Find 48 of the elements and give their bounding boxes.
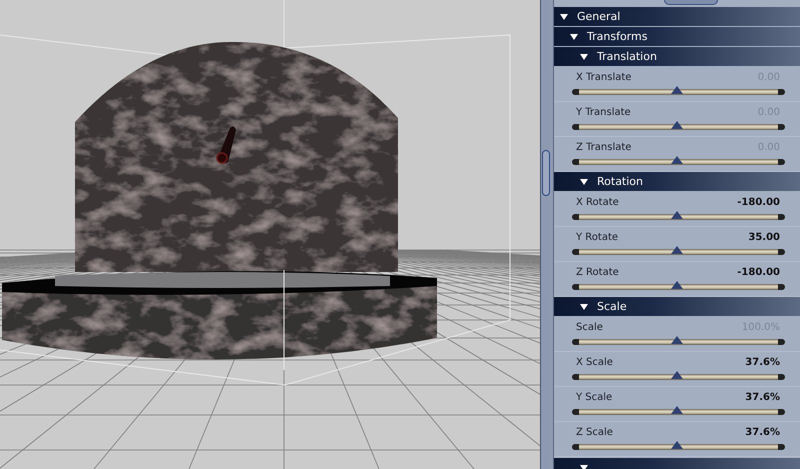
section-header[interactable]: General [554, 7, 800, 27]
parameter-label: X Translate [576, 72, 632, 83]
slider-track[interactable] [572, 249, 785, 255]
slider-thumb[interactable] [670, 406, 682, 414]
slider-track[interactable] [572, 89, 785, 95]
parameter-label: Z Rotate [576, 267, 619, 278]
section-header[interactable]: Rotation [554, 172, 800, 192]
slider-track[interactable] [572, 409, 785, 415]
section-title: Transforms [587, 30, 648, 43]
slider-thumb[interactable] [670, 336, 682, 344]
parameter-value[interactable]: 37.6% [745, 392, 786, 403]
parameter-label: Y Translate [576, 107, 631, 118]
parameter-label: X Rotate [576, 197, 619, 208]
parameter-value[interactable]: 35.00 [748, 232, 786, 243]
parameter-value[interactable]: 37.6% [745, 357, 786, 368]
slider-thumb[interactable] [670, 441, 682, 449]
section-title: Translation [597, 50, 657, 63]
section-title: Rotation [597, 175, 644, 188]
parameter-value[interactable]: -180.00 [737, 267, 786, 278]
section-header[interactable]: Translation [554, 47, 800, 67]
parameter-label: Y Scale [576, 392, 612, 403]
slider-thumb[interactable] [670, 86, 682, 94]
slider-track[interactable] [572, 124, 785, 130]
slider-thumb[interactable] [670, 281, 682, 289]
parameter-label: X Scale [576, 357, 613, 368]
slider-thumb[interactable] [670, 211, 682, 219]
slider-track[interactable] [572, 214, 785, 220]
parameter-value[interactable]: -180.00 [737, 197, 786, 208]
parameter-value[interactable]: 37.6% [745, 427, 786, 438]
parameter-label: Scale [576, 322, 603, 333]
slider-track[interactable] [572, 444, 785, 450]
section-title: Scale [597, 300, 627, 313]
parameter-label: Y Rotate [576, 232, 618, 243]
parameter-label: Z Scale [576, 427, 613, 438]
splitter-handle[interactable] [542, 150, 550, 196]
parameter-label: Z Translate [576, 142, 632, 153]
slider-track[interactable] [572, 374, 785, 380]
slider-track[interactable] [572, 284, 785, 290]
section-header[interactable]: Transforms [554, 27, 800, 47]
slider-track[interactable] [572, 159, 785, 165]
slider-thumb[interactable] [670, 121, 682, 129]
panel-tab[interactable] [664, 0, 718, 5]
slider-thumb[interactable] [670, 246, 682, 254]
slider-thumb[interactable] [670, 371, 682, 379]
section-title: General [577, 10, 620, 23]
section-header[interactable]: Scale [554, 297, 800, 317]
slider-track[interactable] [572, 339, 785, 345]
slider-thumb[interactable] [670, 156, 682, 164]
